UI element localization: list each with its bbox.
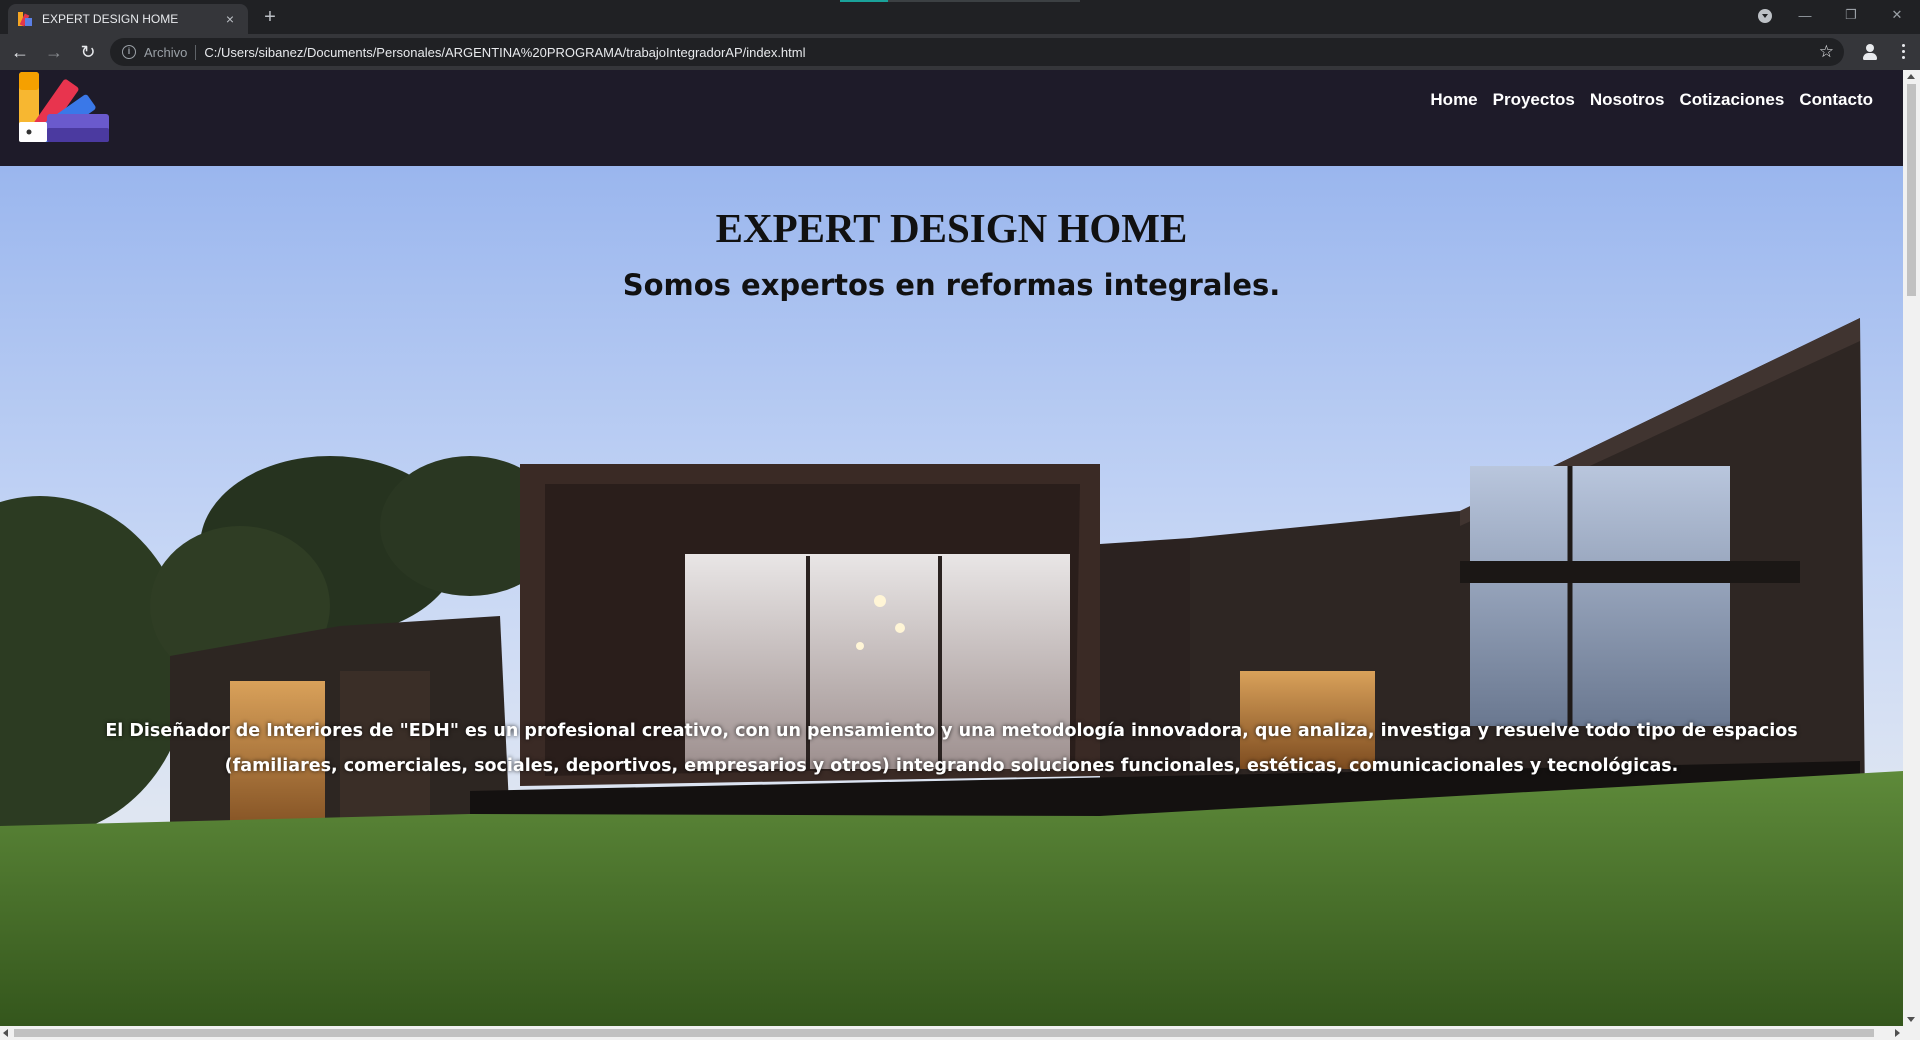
url-scheme-label: Archivo [144, 44, 197, 60]
browser-tab-strip: EXPERT DESIGN HOME × + — ❐ ✕ [0, 0, 1920, 34]
new-tab-button[interactable]: + [258, 6, 282, 30]
scroll-up-icon[interactable] [1907, 74, 1915, 79]
nav-link-cotizaciones[interactable]: Cotizaciones [1679, 90, 1784, 110]
reload-button[interactable]: ↻ [74, 38, 102, 66]
hero-title: EXPERT DESIGN HOME [715, 205, 1188, 251]
nav-link-nosotros[interactable]: Nosotros [1590, 90, 1665, 110]
tab-close-icon[interactable]: × [222, 11, 238, 27]
vertical-scroll-thumb[interactable] [1907, 84, 1916, 296]
browser-toolbar: ← → ↻ i Archivo C:/Users/sibanez/Documen… [0, 34, 1920, 70]
address-bar[interactable]: i Archivo C:/Users/sibanez/Documents/Per… [110, 38, 1844, 66]
main-nav: Home Proyectos Nosotros Cotizaciones Con… [1430, 90, 1873, 110]
nav-link-proyectos[interactable]: Proyectos [1493, 90, 1575, 110]
bookmark-star-icon[interactable]: ☆ [1819, 42, 1834, 62]
tab-strip-indicator [840, 0, 1080, 2]
back-button[interactable]: ← [6, 38, 34, 66]
tab-search-icon[interactable] [1758, 9, 1772, 23]
tab-title: EXPERT DESIGN HOME [42, 12, 179, 26]
nav-link-home[interactable]: Home [1430, 90, 1477, 110]
info-icon[interactable]: i [122, 45, 136, 59]
forward-button[interactable]: → [40, 38, 68, 66]
site-logo[interactable] [19, 72, 111, 142]
scroll-down-icon[interactable] [1907, 1017, 1915, 1022]
minimize-button[interactable]: — [1782, 8, 1828, 23]
vertical-scrollbar[interactable] [1903, 70, 1920, 1026]
hero-subtitle: Somos expertos en reformas integrales. [622, 268, 1281, 302]
page-viewport: Home Proyectos Nosotros Cotizaciones Con… [0, 70, 1903, 1026]
profile-icon[interactable] [1860, 42, 1880, 62]
site-favicon-icon [18, 12, 32, 27]
close-window-button[interactable]: ✕ [1874, 7, 1920, 23]
browser-menu-icon[interactable] [1902, 44, 1906, 62]
hero-description: El Diseñador de Interiores de "EDH" es u… [105, 721, 1798, 776]
url-text[interactable]: C:/Users/sibanez/Documents/Personales/AR… [204, 45, 805, 60]
scroll-right-icon[interactable] [1895, 1029, 1900, 1037]
scroll-left-icon[interactable] [3, 1029, 8, 1037]
site-header: Home Proyectos Nosotros Cotizaciones Con… [0, 70, 1903, 166]
restore-button[interactable]: ❐ [1828, 7, 1874, 23]
horizontal-scroll-thumb[interactable] [14, 1029, 1874, 1037]
horizontal-scrollbar[interactable] [0, 1026, 1920, 1040]
hero-section: EXPERT DESIGN HOME Somos expertos en ref… [0, 166, 1903, 1026]
browser-tab[interactable]: EXPERT DESIGN HOME × [8, 4, 248, 34]
nav-link-contacto[interactable]: Contacto [1799, 90, 1873, 110]
window-controls: — ❐ ✕ [1782, 0, 1920, 30]
